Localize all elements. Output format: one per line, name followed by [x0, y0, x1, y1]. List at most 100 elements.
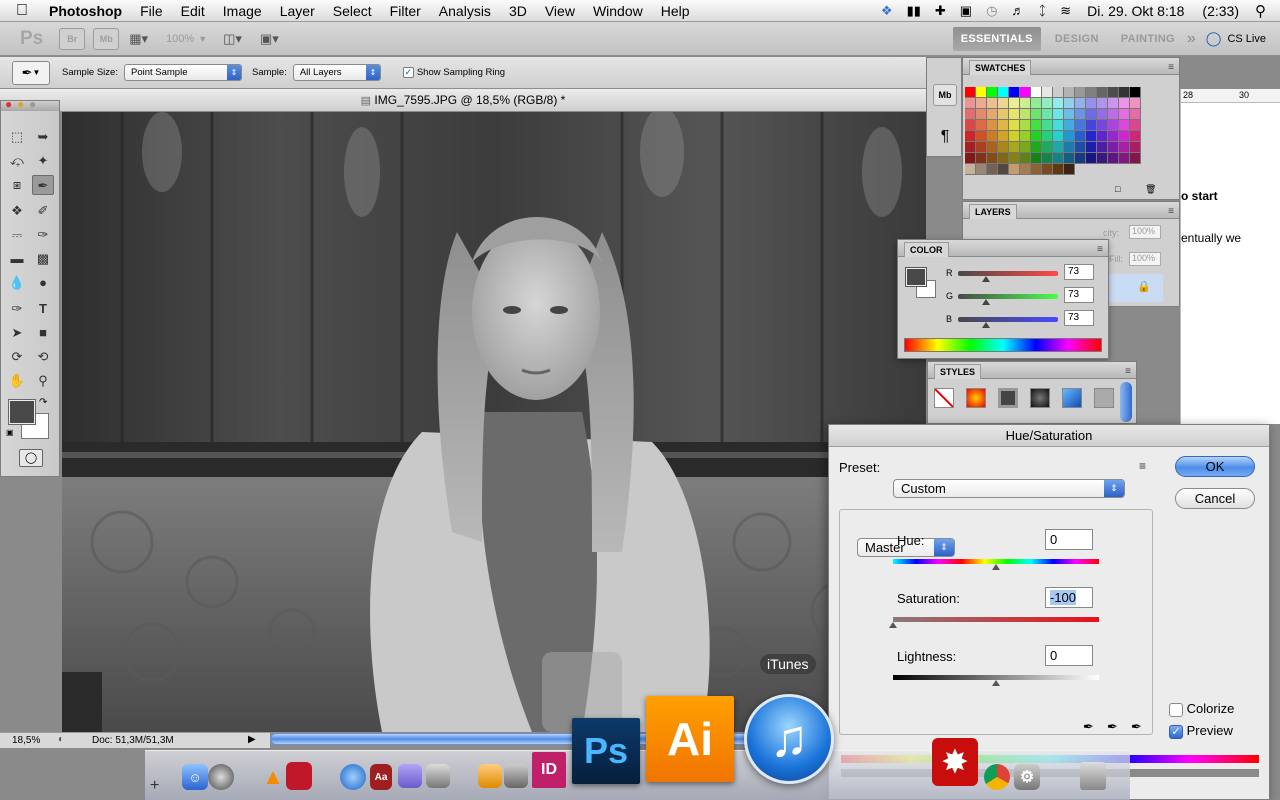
color-swatch[interactable]	[1020, 153, 1031, 164]
clock[interactable]: Di. 29. Okt 8:18	[1078, 0, 1193, 22]
color-swatch[interactable]	[1009, 142, 1020, 153]
color-swatch[interactable]	[998, 131, 1009, 142]
color-swatch[interactable]	[1075, 131, 1086, 142]
more-workspaces-icon[interactable]: »	[1187, 30, 1196, 48]
color-swatch[interactable]	[1086, 153, 1097, 164]
blue-value[interactable]: 73	[1064, 310, 1094, 326]
color-swatch[interactable]	[1064, 153, 1075, 164]
color-swatch[interactable]	[1108, 120, 1119, 131]
minimize-icon[interactable]: ●	[17, 97, 24, 111]
lightness-field[interactable]: 0	[1045, 645, 1093, 666]
show-sampling-ring-checkbox[interactable]: ✓	[402, 67, 414, 78]
finder-icon[interactable]: ☺	[182, 764, 208, 790]
new-swatch-icon[interactable]: □	[1115, 184, 1120, 194]
eyedropper-plus-icon[interactable]: ✒	[1107, 719, 1118, 735]
eyedropper-icon[interactable]: ✒	[1083, 719, 1094, 735]
rectangle-tool-icon[interactable]: ■	[32, 323, 54, 343]
color-swatch[interactable]	[1020, 87, 1031, 98]
color-swatch[interactable]	[987, 153, 998, 164]
trash-icon[interactable]	[1080, 762, 1106, 790]
color-swatch[interactable]	[1053, 142, 1064, 153]
color-swatch[interactable]	[1042, 87, 1053, 98]
lightness-slider-thumb[interactable]	[992, 680, 1000, 686]
foreground-color-swatch[interactable]	[8, 399, 36, 425]
quick-selection-tool-icon[interactable]: ✦	[32, 151, 54, 171]
color-swatch[interactable]	[1031, 142, 1042, 153]
wifi-icon[interactable]: ≋	[1053, 3, 1078, 19]
color-swatch[interactable]	[1031, 109, 1042, 120]
acrobat-icon[interactable]: ✸	[932, 738, 978, 786]
color-swatch[interactable]	[998, 87, 1009, 98]
menu-image[interactable]: Image	[214, 0, 271, 22]
panel-menu-icon[interactable]: ≡	[1168, 203, 1174, 220]
color-swatch[interactable]	[998, 98, 1009, 109]
color-swatch[interactable]	[1097, 98, 1108, 109]
color-swatch[interactable]	[987, 98, 998, 109]
color-swatch[interactable]	[987, 120, 998, 131]
color-swatch[interactable]	[1097, 131, 1108, 142]
ok-button[interactable]: OK	[1175, 456, 1255, 477]
menu-app-photoshop[interactable]: Photoshop	[40, 0, 131, 22]
bridge-button[interactable]: Br	[59, 27, 86, 50]
color-swatch[interactable]	[1130, 153, 1141, 164]
color-swatch[interactable]	[976, 164, 987, 175]
blur-tool-icon[interactable]: 💧	[6, 273, 28, 293]
color-swatch[interactable]	[1108, 98, 1119, 109]
color-swatch[interactable]	[998, 120, 1009, 131]
menu-filter[interactable]: Filter	[381, 0, 430, 22]
fill-field[interactable]: 100%	[1129, 252, 1161, 266]
color-swatch[interactable]	[1053, 153, 1064, 164]
preview-checkbox[interactable]: ✓	[1169, 724, 1183, 739]
screen-mode-icon[interactable]: ▣▾	[260, 31, 279, 47]
status-menu-arrow-icon[interactable]: ▶	[248, 734, 256, 745]
style-swatch-gray[interactable]	[998, 388, 1018, 408]
battery-status[interactable]: (2:33)	[1193, 0, 1248, 22]
color-swatch[interactable]	[1075, 142, 1086, 153]
color-swatch[interactable]	[1031, 120, 1042, 131]
swatches-tab[interactable]: SWATCHES	[969, 60, 1032, 75]
red-slider-thumb[interactable]	[982, 276, 990, 282]
style-swatch-red[interactable]	[966, 388, 986, 408]
move-tool-icon[interactable]: ➥	[32, 127, 54, 147]
volume-icon[interactable]: ♬	[1004, 3, 1031, 18]
color-swatch[interactable]	[1053, 131, 1064, 142]
cs-live-button[interactable]: CS Live	[1227, 33, 1266, 45]
saturation-slider[interactable]	[893, 617, 1099, 622]
color-swatch[interactable]	[1086, 131, 1097, 142]
color-swatch[interactable]	[1130, 142, 1141, 153]
bluetooth-icon[interactable]: ᛨ	[1031, 3, 1053, 18]
menu-window[interactable]: Window	[584, 0, 652, 22]
horizontal-scrollbar[interactable]	[270, 733, 825, 745]
menu-edit[interactable]: Edit	[172, 0, 214, 22]
color-swatch[interactable]	[998, 109, 1009, 120]
app-icon-purple[interactable]	[398, 764, 422, 788]
color-swatch[interactable]	[1075, 87, 1086, 98]
color-tab[interactable]: COLOR	[904, 242, 949, 257]
color-swatch[interactable]	[965, 153, 976, 164]
color-swatch[interactable]	[1130, 131, 1141, 142]
swap-colors-icon[interactable]: ↷	[39, 397, 47, 408]
type-tool-icon[interactable]: T	[32, 299, 54, 319]
hue-slider-thumb[interactable]	[992, 564, 1000, 570]
color-swatch[interactable]	[965, 164, 976, 175]
color-swatch[interactable]	[1053, 120, 1064, 131]
3d-orbit-tool-icon[interactable]: ⟲	[32, 347, 54, 367]
color-swatch[interactable]	[1119, 98, 1130, 109]
color-swatch[interactable]	[976, 120, 987, 131]
itunes-icon[interactable]: ♫	[744, 694, 834, 784]
color-swatch[interactable]	[987, 109, 998, 120]
color-swatch[interactable]	[1075, 98, 1086, 109]
color-swatch[interactable]	[987, 142, 998, 153]
marquee-tool-icon[interactable]: ⬚	[6, 127, 28, 147]
menu-layer[interactable]: Layer	[271, 0, 324, 22]
color-swatch[interactable]	[1130, 87, 1141, 98]
color-swatch[interactable]	[987, 164, 998, 175]
menu-help[interactable]: Help	[652, 0, 699, 22]
color-spectrum-ramp[interactable]	[904, 338, 1102, 352]
path-selection-tool-icon[interactable]: ➤	[6, 323, 28, 343]
color-swatch[interactable]	[1075, 109, 1086, 120]
color-swatch[interactable]	[1042, 120, 1053, 131]
color-swatch[interactable]	[998, 153, 1009, 164]
color-swatch[interactable]	[976, 109, 987, 120]
panel-menu-icon[interactable]: ≡	[1125, 363, 1131, 380]
